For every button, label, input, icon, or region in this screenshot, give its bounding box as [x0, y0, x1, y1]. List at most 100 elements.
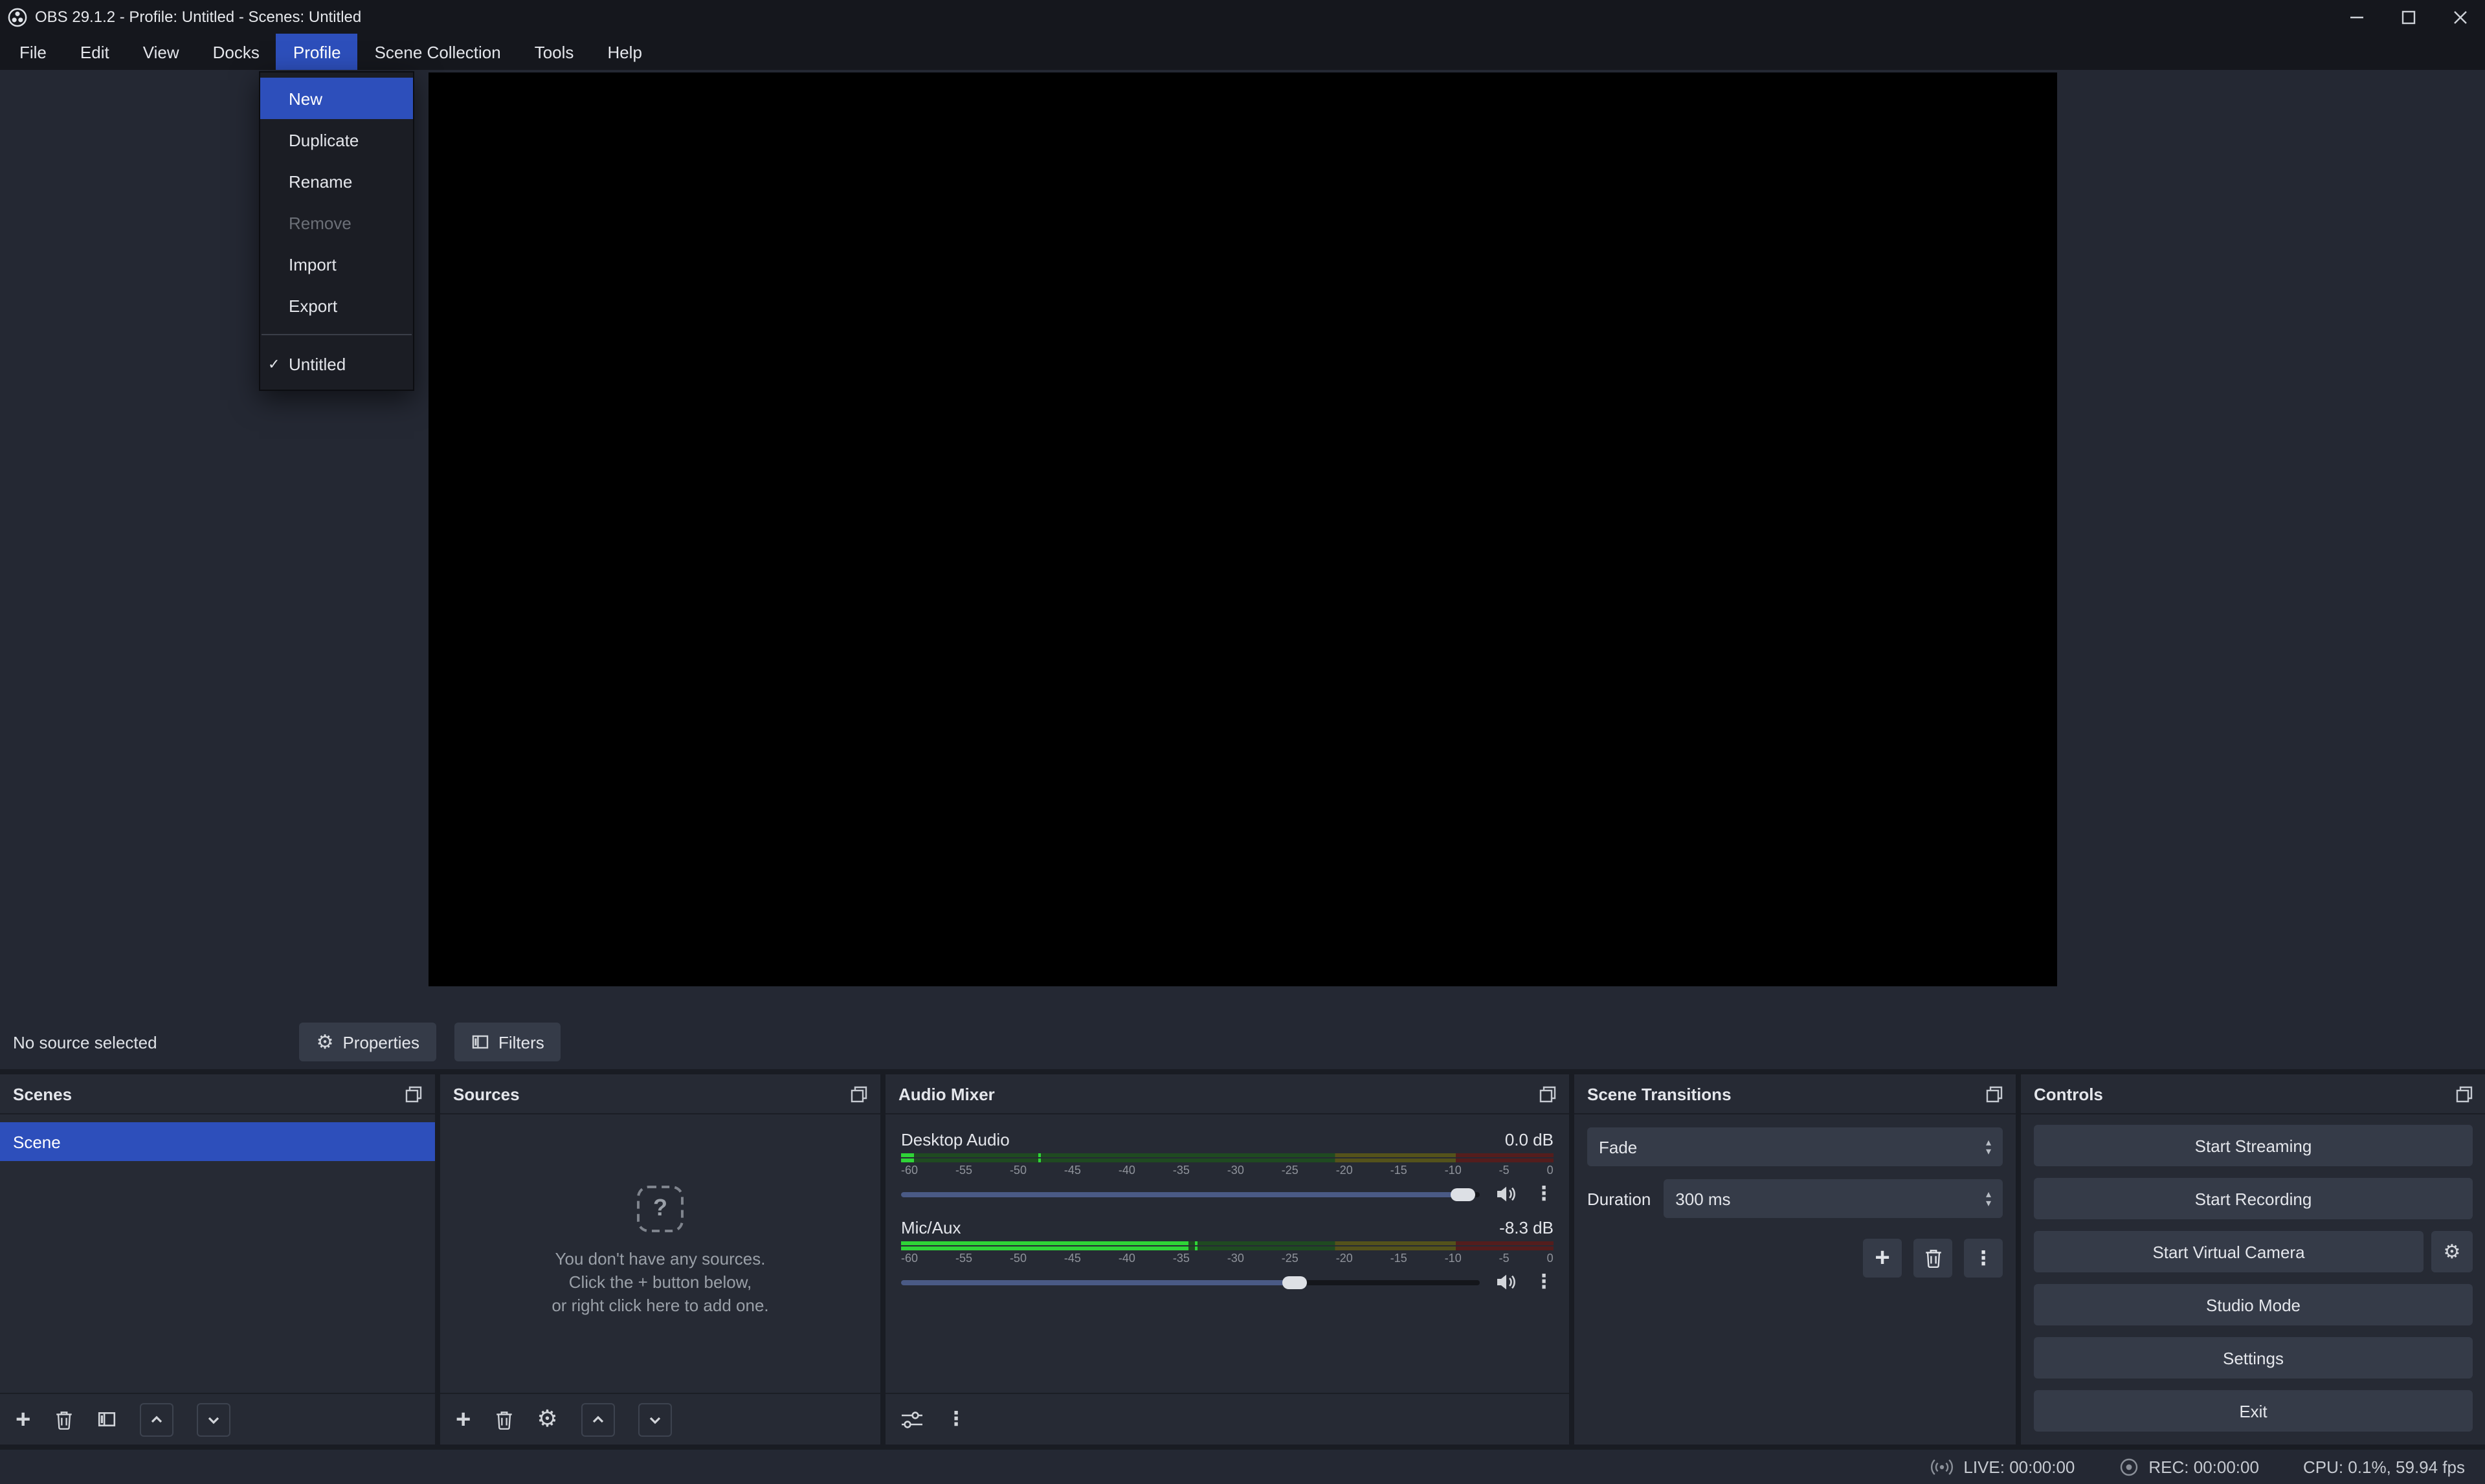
tick-label: -50 [1010, 1252, 1027, 1265]
close-icon[interactable] [2434, 0, 2485, 34]
properties-button[interactable]: ⚙ Properties [300, 1023, 436, 1061]
mute-speaker-icon[interactable] [1495, 1184, 1519, 1204]
record-icon [2119, 1457, 2138, 1477]
transitions-body: Fade ▴ ▾ Duration 300 ms ▴ ▾ [1574, 1114, 2016, 1445]
filters-icon [471, 1033, 489, 1051]
start-streaming-button[interactable]: Start Streaming [2034, 1125, 2473, 1166]
menu-help[interactable]: Help [590, 34, 659, 70]
rec-time: REC: 00:00:00 [2148, 1457, 2259, 1477]
popout-icon[interactable] [1986, 1085, 2003, 1102]
volume-slider-handle[interactable] [1282, 1276, 1307, 1289]
advanced-audio-icon[interactable] [901, 1410, 923, 1428]
menu-docks[interactable]: Docks [196, 34, 276, 70]
menu-scene-collection[interactable]: Scene Collection [358, 34, 518, 70]
scenes-dock: Scenes Scene + [0, 1074, 435, 1445]
popout-icon[interactable] [1539, 1085, 1556, 1102]
menu-view[interactable]: View [126, 34, 196, 70]
empty-line: or right click here to add one. [552, 1295, 768, 1314]
remove-source-icon[interactable] [494, 1409, 513, 1430]
settings-button[interactable]: Settings [2034, 1337, 2473, 1379]
menu-file[interactable]: File [3, 34, 63, 70]
scene-filters-icon[interactable] [96, 1410, 116, 1429]
duration-spinbox[interactable]: 300 ms ▴ ▾ [1664, 1179, 2003, 1218]
remove-scene-icon[interactable] [54, 1409, 73, 1430]
virtual-camera-settings-button[interactable]: ⚙ [2431, 1231, 2473, 1272]
maximize-icon[interactable] [2382, 0, 2434, 34]
volume-slider[interactable] [901, 1191, 1480, 1197]
menu-item-remove: Remove [260, 202, 413, 243]
mixer-channel-mic-aux: Mic/Aux -8.3 dB -60 -55 -50 -45 -40 [901, 1218, 1554, 1292]
filters-button[interactable]: Filters [454, 1023, 561, 1061]
start-recording-button[interactable]: Start Recording [2034, 1178, 2473, 1219]
minimize-icon[interactable] [2330, 0, 2382, 34]
audio-mixer-dock: Audio Mixer Desktop Audio 0.0 dB [886, 1074, 1569, 1445]
menu-item-export[interactable]: Export [260, 285, 413, 326]
channel-options-kebab-icon[interactable]: ⋮ [1534, 1184, 1554, 1204]
combo-arrows: ▴ ▾ [1978, 1138, 1991, 1156]
studio-mode-button[interactable]: Studio Mode [2034, 1284, 2473, 1325]
move-source-up-icon[interactable] [581, 1402, 615, 1436]
transitions-dock-header: Scene Transitions [1574, 1074, 2016, 1114]
add-transition-button[interactable]: + [1863, 1239, 1902, 1278]
gear-icon: ⚙ [2444, 1242, 2461, 1261]
no-source-label: No source selected [13, 1032, 157, 1052]
channel-options-kebab-icon[interactable]: ⋮ [1534, 1272, 1554, 1292]
menu-item-import[interactable]: Import [260, 243, 413, 285]
add-source-icon[interactable]: + [456, 1406, 471, 1432]
menu-profile[interactable]: Profile [276, 34, 358, 70]
mixer-options-kebab-icon[interactable]: ⋮ [946, 1410, 966, 1429]
profile-menu: New Duplicate Rename Remove Import Expor… [259, 71, 414, 391]
popout-icon[interactable] [2456, 1085, 2473, 1102]
tick-label: -25 [1282, 1164, 1298, 1177]
controls-dock: Controls Start Streaming Start Recording… [2021, 1074, 2485, 1445]
menu-item-duplicate[interactable]: Duplicate [260, 119, 413, 161]
audio-mixer-title: Audio Mixer [898, 1084, 995, 1103]
menu-separator [262, 334, 412, 335]
chevron-down-icon[interactable]: ▾ [1986, 1199, 1991, 1208]
volume-meter [901, 1241, 1554, 1250]
source-properties-gear-icon[interactable]: ⚙ [537, 1406, 557, 1433]
tick-label: -45 [1064, 1252, 1081, 1265]
menu-item-untitled[interactable]: ✓ Untitled [260, 343, 413, 384]
add-scene-icon[interactable]: + [16, 1406, 30, 1432]
start-virtual-camera-button[interactable]: Start Virtual Camera [2034, 1231, 2424, 1272]
menu-tools[interactable]: Tools [518, 34, 591, 70]
channel-db-value: -8.3 dB [1499, 1218, 1554, 1237]
meter-divider [901, 1245, 1554, 1246]
tick-label: -40 [1119, 1164, 1135, 1177]
remove-transition-button[interactable] [1913, 1239, 1952, 1278]
exit-button[interactable]: Exit [2034, 1390, 2473, 1432]
tick-label: -35 [1173, 1252, 1190, 1265]
sources-list[interactable]: ? You don't have any sources. Click the … [440, 1114, 880, 1393]
popout-icon[interactable] [851, 1085, 867, 1102]
tick-label: -55 [955, 1252, 972, 1265]
preview-canvas[interactable] [429, 72, 2057, 986]
chevron-down-icon[interactable]: ▾ [1986, 1147, 1991, 1156]
mixer-channels: Desktop Audio 0.0 dB -60 -55 -50 -45 -40 [886, 1114, 1569, 1393]
mute-speaker-icon[interactable] [1495, 1272, 1519, 1292]
menu-edit[interactable]: Edit [63, 34, 126, 70]
sources-toolbar: + ⚙ [440, 1393, 880, 1445]
window-controls [2330, 0, 2485, 34]
scene-transitions-dock: Scene Transitions Fade ▴ ▾ Duration 300 … [1574, 1074, 2016, 1445]
tick-label: -25 [1282, 1252, 1298, 1265]
sources-empty-state: ? You don't have any sources. Click the … [440, 1114, 880, 1393]
move-scene-down-icon[interactable] [196, 1402, 230, 1436]
scene-list-item[interactable]: Scene [0, 1122, 435, 1161]
mixer-channel-desktop-audio: Desktop Audio 0.0 dB -60 -55 -50 -45 -40 [901, 1130, 1554, 1204]
transition-select[interactable]: Fade ▴ ▾ [1587, 1127, 2003, 1166]
volume-slider[interactable] [901, 1279, 1480, 1285]
tick-label: -10 [1445, 1164, 1462, 1177]
popout-icon[interactable] [405, 1085, 422, 1102]
move-scene-up-icon[interactable] [139, 1402, 173, 1436]
volume-slider-handle[interactable] [1450, 1188, 1475, 1201]
transition-options-kebab-button[interactable]: ⋮ [1964, 1239, 2003, 1278]
duration-value: 300 ms [1675, 1189, 1730, 1208]
gear-icon: ⚙ [317, 1032, 334, 1052]
channel-db-value: 0.0 dB [1505, 1130, 1554, 1149]
menu-item-rename[interactable]: Rename [260, 161, 413, 202]
tick-label: -15 [1390, 1252, 1407, 1265]
menu-item-new[interactable]: New [260, 78, 413, 119]
source-toolbar: No source selected ⚙ Properties Filters [0, 1015, 2485, 1069]
move-source-down-icon[interactable] [638, 1402, 672, 1436]
